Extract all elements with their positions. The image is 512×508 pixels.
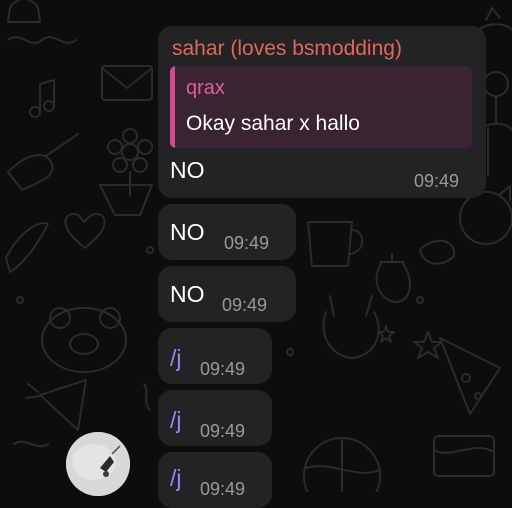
user-avatar-photo[interactable] xyxy=(66,432,130,496)
message-bubble[interactable]: NO 09:49 xyxy=(158,204,296,260)
reply-text: Okay sahar x hallo xyxy=(186,112,360,135)
message-bubble[interactable]: /j 09:49 xyxy=(158,452,272,508)
command-link[interactable]: /j xyxy=(170,464,182,492)
message-bubble[interactable]: NO 09:49 xyxy=(158,266,296,322)
command-link[interactable]: /j xyxy=(170,406,182,434)
message-time: 09:49 xyxy=(200,359,246,379)
message-text: NO xyxy=(170,281,205,307)
message-bubble[interactable]: /j 09:49 xyxy=(158,390,272,446)
message-time: 09:49 xyxy=(414,171,460,191)
message-text: NO xyxy=(170,219,205,245)
sender-name[interactable]: sahar (loves bsmodding) xyxy=(172,36,402,62)
message-bubble[interactable]: sahar (loves bsmodding) qrax Okay sahar … xyxy=(158,26,486,198)
message-bubble[interactable]: /j 09:49 xyxy=(158,328,272,384)
message-time: 09:49 xyxy=(200,479,246,499)
message-time: 09:49 xyxy=(224,233,270,253)
reply-author: qrax xyxy=(186,77,225,99)
message-time: 09:49 xyxy=(200,421,246,441)
reply-quote[interactable]: qrax Okay sahar x hallo xyxy=(170,66,472,148)
message-text: NO xyxy=(170,157,205,183)
reply-quote-bar xyxy=(170,66,175,148)
command-link[interactable]: /j xyxy=(170,344,182,372)
message-time: 09:49 xyxy=(222,295,268,315)
